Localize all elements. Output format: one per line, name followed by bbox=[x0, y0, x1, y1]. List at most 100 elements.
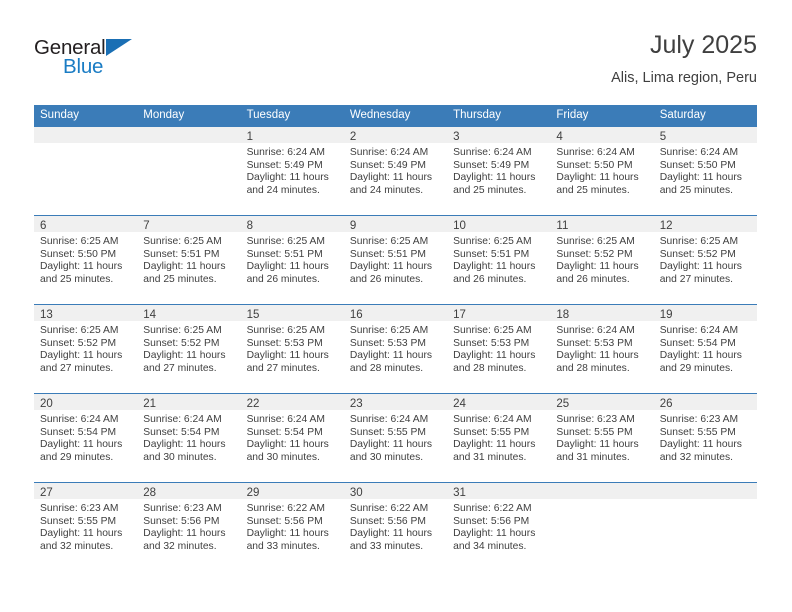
day-number-band: 9 bbox=[343, 216, 448, 232]
sunset-text: Sunset: 5:56 PM bbox=[246, 515, 323, 527]
sunrise-text: Sunrise: 6:25 AM bbox=[40, 236, 119, 247]
sunset-text: Sunset: 5:50 PM bbox=[40, 248, 117, 260]
sunset-text: Sunset: 5:49 PM bbox=[349, 159, 426, 171]
day-number-band: 22 bbox=[240, 394, 344, 410]
day-cell[interactable]: 4 Sunrise: 6:24 AM Sunset: 5:50 PM Dayli… bbox=[550, 127, 654, 215]
day-info: Sunrise: 6:23 AM Sunset: 5:55 PM Dayligh… bbox=[654, 410, 757, 464]
day-cell[interactable]: 6 Sunrise: 6:25 AM Sunset: 5:50 PM Dayli… bbox=[34, 216, 138, 304]
day-number-band: 31 bbox=[447, 483, 551, 499]
day-cell[interactable]: 29 Sunrise: 6:22 AM Sunset: 5:56 PM Dayl… bbox=[240, 483, 344, 571]
day-info: Sunrise: 6:25 AM Sunset: 5:52 PM Dayligh… bbox=[34, 321, 137, 375]
day-cell[interactable]: 12 Sunrise: 6:25 AM Sunset: 5:52 PM Dayl… bbox=[653, 216, 757, 304]
day-cell[interactable]: 23 Sunrise: 6:24 AM Sunset: 5:55 PM Dayl… bbox=[343, 394, 448, 482]
day-number-band: 11 bbox=[550, 216, 654, 232]
day-number: 24 bbox=[453, 398, 466, 410]
sunrise-text: Sunrise: 6:25 AM bbox=[143, 325, 222, 336]
day-cell[interactable]: 8 Sunrise: 6:25 AM Sunset: 5:51 PM Dayli… bbox=[240, 216, 344, 304]
sunrise-text: Sunrise: 6:24 AM bbox=[556, 147, 635, 158]
day-cell[interactable]: 15 Sunrise: 6:25 AM Sunset: 5:53 PM Dayl… bbox=[240, 305, 344, 393]
sunrise-text: Sunrise: 6:25 AM bbox=[349, 236, 429, 247]
sunset-text: Sunset: 5:51 PM bbox=[453, 248, 530, 260]
day-info: Sunrise: 6:22 AM Sunset: 5:56 PM Dayligh… bbox=[344, 499, 447, 553]
sunset-text: Sunset: 5:55 PM bbox=[349, 426, 426, 438]
daylight-text-line1: Daylight: 11 hours bbox=[246, 350, 329, 362]
daylight-text-line2: and 28 minutes. bbox=[556, 362, 630, 374]
day-number-band: 16 bbox=[343, 305, 448, 321]
day-cell[interactable]: 14 Sunrise: 6:25 AM Sunset: 5:52 PM Dayl… bbox=[137, 305, 241, 393]
day-info: Sunrise: 6:25 AM Sunset: 5:53 PM Dayligh… bbox=[241, 321, 344, 375]
daylight-text-line1: Daylight: 11 hours bbox=[246, 261, 329, 273]
day-info: Sunrise: 6:24 AM Sunset: 5:49 PM Dayligh… bbox=[241, 143, 344, 197]
day-info: Sunrise: 6:24 AM Sunset: 5:54 PM Dayligh… bbox=[241, 410, 344, 464]
sunset-text: Sunset: 5:55 PM bbox=[40, 515, 117, 527]
day-cell[interactable] bbox=[653, 483, 757, 571]
day-cell[interactable]: 24 Sunrise: 6:24 AM Sunset: 5:55 PM Dayl… bbox=[447, 394, 551, 482]
day-number: 19 bbox=[659, 309, 673, 321]
day-cell[interactable]: 19 Sunrise: 6:24 AM Sunset: 5:54 PM Dayl… bbox=[653, 305, 757, 393]
day-info: Sunrise: 6:25 AM Sunset: 5:53 PM Dayligh… bbox=[344, 321, 447, 375]
day-cell[interactable]: 27 Sunrise: 6:23 AM Sunset: 5:55 PM Dayl… bbox=[34, 483, 138, 571]
sunrise-text: Sunrise: 6:25 AM bbox=[453, 325, 532, 336]
daylight-text-line1: Daylight: 11 hours bbox=[143, 528, 226, 540]
day-cell[interactable]: 10 Sunrise: 6:25 AM Sunset: 5:51 PM Dayl… bbox=[447, 216, 551, 304]
sunset-text: Sunset: 5:51 PM bbox=[143, 248, 220, 260]
weekday-header-monday: Monday bbox=[143, 109, 185, 121]
day-number-band: 1 bbox=[240, 127, 344, 143]
day-cell[interactable]: 25 Sunrise: 6:23 AM Sunset: 5:55 PM Dayl… bbox=[550, 394, 654, 482]
day-cell[interactable]: 18 Sunrise: 6:24 AM Sunset: 5:53 PM Dayl… bbox=[550, 305, 654, 393]
day-cell[interactable]: 28 Sunrise: 6:23 AM Sunset: 5:56 PM Dayl… bbox=[137, 483, 241, 571]
sunrise-text: Sunrise: 6:25 AM bbox=[246, 325, 325, 336]
day-cell[interactable]: 9 Sunrise: 6:25 AM Sunset: 5:51 PM Dayli… bbox=[343, 216, 448, 304]
daylight-text-line1: Daylight: 11 hours bbox=[143, 261, 226, 273]
sunrise-text: Sunrise: 6:23 AM bbox=[556, 414, 635, 425]
day-info: Sunrise: 6:24 AM Sunset: 5:49 PM Dayligh… bbox=[344, 143, 447, 197]
day-cell[interactable]: 5 Sunrise: 6:24 AM Sunset: 5:50 PM Dayli… bbox=[653, 127, 757, 215]
generalblue-logo[interactable]: General Blue bbox=[34, 36, 154, 84]
day-number-band: 2 bbox=[343, 127, 448, 143]
day-cell[interactable] bbox=[34, 127, 138, 215]
sunset-text: Sunset: 5:55 PM bbox=[556, 426, 633, 438]
day-cell[interactable]: 13 Sunrise: 6:25 AM Sunset: 5:52 PM Dayl… bbox=[34, 305, 138, 393]
daylight-text-line2: and 27 minutes. bbox=[246, 362, 320, 374]
day-info: Sunrise: 6:24 AM Sunset: 5:54 PM Dayligh… bbox=[137, 410, 240, 464]
day-cell[interactable] bbox=[550, 483, 654, 571]
daylight-text-line2: and 24 minutes. bbox=[349, 184, 424, 196]
day-cell[interactable]: 30 Sunrise: 6:22 AM Sunset: 5:56 PM Dayl… bbox=[343, 483, 448, 571]
day-cell[interactable]: 21 Sunrise: 6:24 AM Sunset: 5:54 PM Dayl… bbox=[137, 394, 241, 482]
day-cell[interactable]: 7 Sunrise: 6:25 AM Sunset: 5:51 PM Dayli… bbox=[137, 216, 241, 304]
day-cell[interactable]: 31 Sunrise: 6:22 AM Sunset: 5:56 PM Dayl… bbox=[447, 483, 551, 571]
day-cell[interactable]: 17 Sunrise: 6:25 AM Sunset: 5:53 PM Dayl… bbox=[447, 305, 551, 393]
daylight-text-line1: Daylight: 11 hours bbox=[349, 528, 433, 540]
day-info bbox=[34, 143, 137, 147]
daylight-text-line2: and 34 minutes. bbox=[453, 540, 527, 552]
sunset-text: Sunset: 5:55 PM bbox=[453, 426, 530, 438]
daylight-text-line2: and 30 minutes. bbox=[143, 451, 217, 463]
day-number: 1 bbox=[246, 131, 253, 143]
day-number: 30 bbox=[349, 487, 363, 499]
daylight-text-line2: and 26 minutes. bbox=[453, 273, 527, 285]
daylight-text-line1: Daylight: 11 hours bbox=[349, 261, 433, 273]
day-cell[interactable]: 20 Sunrise: 6:24 AM Sunset: 5:54 PM Dayl… bbox=[34, 394, 138, 482]
day-number-band: 24 bbox=[447, 394, 551, 410]
calendar-page: General Blue July 2025 Alis, Lima region… bbox=[0, 0, 792, 612]
day-cell[interactable]: 16 Sunrise: 6:25 AM Sunset: 5:53 PM Dayl… bbox=[343, 305, 448, 393]
day-cell[interactable]: 3 Sunrise: 6:24 AM Sunset: 5:49 PM Dayli… bbox=[447, 127, 551, 215]
day-number-band bbox=[550, 483, 654, 499]
day-number: 2 bbox=[349, 131, 357, 143]
daylight-text-line1: Daylight: 11 hours bbox=[556, 172, 639, 184]
daylight-text-line1: Daylight: 11 hours bbox=[246, 528, 329, 540]
day-cell[interactable]: 11 Sunrise: 6:25 AM Sunset: 5:52 PM Dayl… bbox=[550, 216, 654, 304]
daylight-text-line1: Daylight: 11 hours bbox=[40, 350, 123, 362]
sunrise-text: Sunrise: 6:25 AM bbox=[349, 325, 429, 336]
day-cell[interactable]: 26 Sunrise: 6:23 AM Sunset: 5:55 PM Dayl… bbox=[653, 394, 757, 482]
day-cell[interactable]: 22 Sunrise: 6:24 AM Sunset: 5:54 PM Dayl… bbox=[240, 394, 344, 482]
day-cell[interactable]: 2 Sunrise: 6:24 AM Sunset: 5:49 PM Dayli… bbox=[343, 127, 448, 215]
day-cell[interactable] bbox=[137, 127, 241, 215]
daylight-text-line2: and 33 minutes. bbox=[349, 540, 424, 552]
daylight-text-line2: and 25 minutes. bbox=[143, 273, 217, 285]
day-info bbox=[550, 499, 653, 503]
day-cell[interactable]: 1 Sunrise: 6:24 AM Sunset: 5:49 PM Dayli… bbox=[240, 127, 344, 215]
daylight-text-line2: and 29 minutes. bbox=[659, 362, 733, 374]
day-number: 17 bbox=[453, 309, 466, 321]
day-number: 21 bbox=[143, 398, 157, 410]
